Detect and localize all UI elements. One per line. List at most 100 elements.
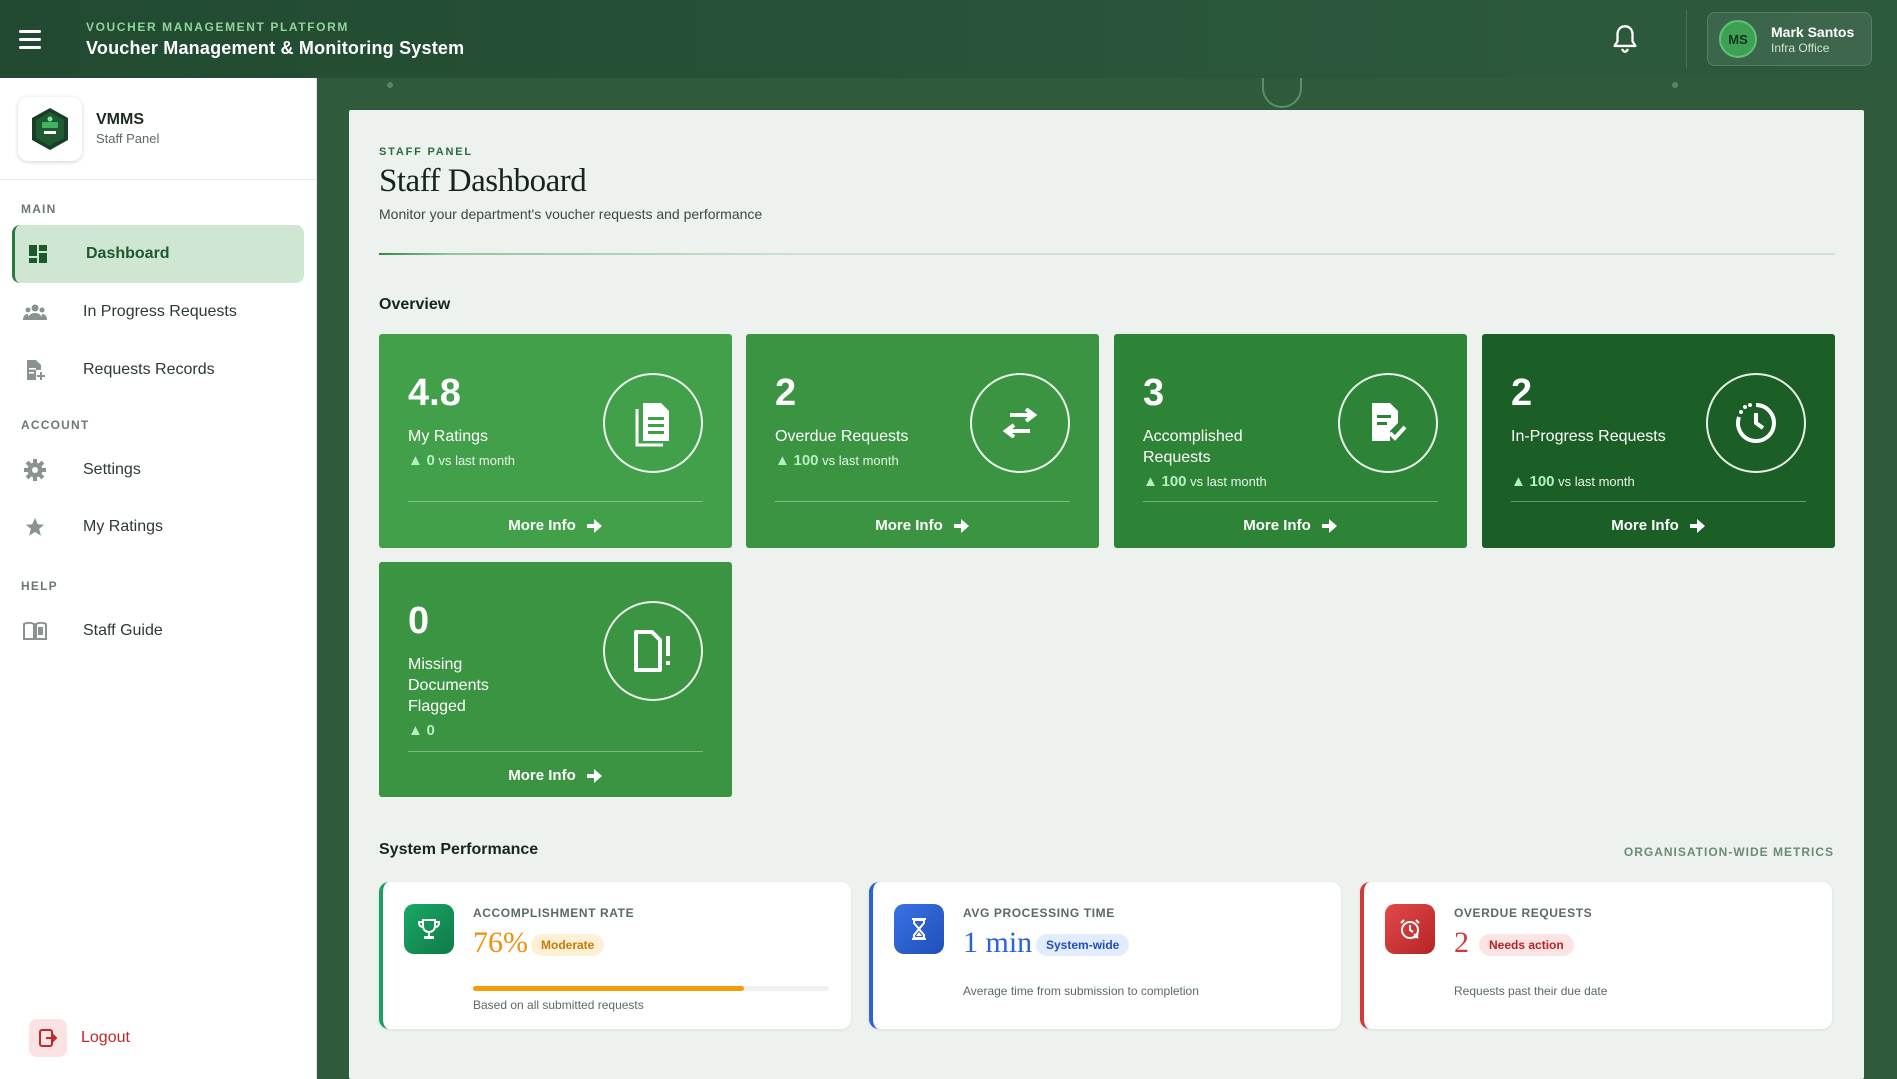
document-check-icon [1338,373,1438,473]
sidebar-item-label: Staff Guide [83,622,163,639]
sidebar-item-label: My Ratings [83,518,164,535]
user-menu[interactable]: MS Mark Santos Infra Office [1707,12,1872,66]
stat-value: 3 [1143,372,1165,414]
card-divider [775,501,1070,502]
stat-label: Missing Documents Flagged [408,656,489,715]
stat-value: 2 [1511,372,1533,414]
sidebar-item-dashboard[interactable]: Dashboard [12,225,304,283]
status-badge: Moderate [531,934,605,956]
arrow-right-icon [1321,518,1337,533]
logout-button[interactable]: Logout [29,1019,130,1057]
trend-up-icon: ▲ [1511,473,1526,490]
trend-value: 100 [1529,473,1555,490]
perf-note: Average time from submission to completi… [963,984,1199,998]
app-name: VMMS [96,111,144,128]
stat-trend: ▲ 100 vs last month [1511,473,1635,490]
trend-up-icon: ▲ [408,722,423,739]
trend-up-icon: ▲ [1143,473,1158,490]
section-label-main: MAIN [21,202,57,216]
more-info-link[interactable]: More Info [379,517,732,534]
arrow-right-icon [586,518,602,533]
more-info-link[interactable]: More Info [1482,517,1835,534]
arrow-right-icon [953,518,969,533]
sidebar-item-my-ratings[interactable]: My Ratings [12,498,304,556]
panel-name: Staff Panel [96,131,160,146]
sidebar-item-label: Dashboard [86,245,170,262]
status-badge: System-wide [1036,934,1130,956]
overview-title: Overview [379,296,451,313]
stat-card-overdue-requests: 2 Overdue Requests ▲ 100 vs last month M… [746,334,1099,548]
stat-label: Accomplished Requests [1143,428,1243,466]
progress-fill [473,986,744,991]
arrow-right-icon [1689,518,1705,533]
performance-scope-label: ORGANISATION-WIDE METRICS [1623,845,1834,859]
gear-icon [23,458,47,482]
document-alert-icon [603,601,703,701]
perf-label: AVG PROCESSING TIME [963,906,1115,920]
trophy-icon [404,904,454,954]
perf-card-avg-processing-time: AVG PROCESSING TIME 1 min System-wide Av… [869,882,1341,1029]
sidebar: VMMS Staff Panel MAIN Dashboard In Progr… [0,78,317,1079]
trend-value: 0 [426,722,435,739]
card-divider [408,501,703,502]
perf-value: 1 min [963,926,1033,959]
more-info-link[interactable]: More Info [1114,517,1467,534]
logout-icon [29,1019,67,1057]
stat-trend: ▲ 0 [408,722,435,739]
stat-trend: ▲ 100 vs last month [1143,473,1267,490]
more-info-link[interactable]: More Info [746,517,1099,534]
trend-text: vs last month [438,453,516,468]
sidebar-item-in-progress[interactable]: In Progress Requests [12,283,304,341]
people-icon [23,300,47,324]
platform-label: VOUCHER MANAGEMENT PLATFORM [86,19,349,34]
page-subtitle: Monitor your department's voucher reques… [379,206,763,222]
sidebar-item-staff-guide[interactable]: Staff Guide [12,602,304,660]
more-info-link[interactable]: More Info [379,767,732,784]
bell-icon[interactable] [1611,24,1639,54]
section-label-help: HELP [21,579,58,593]
card-divider [1143,501,1438,502]
sidebar-brand: VMMS Staff Panel [0,78,316,180]
card-divider [408,751,703,752]
trend-text: vs last month [1190,474,1267,489]
trend-text: vs last month [1558,474,1635,489]
trend-value: 100 [1161,473,1187,490]
perf-value: 76% [473,926,528,959]
stat-trend: ▲ 0 vs last month [408,452,515,469]
logo-icon [32,107,68,150]
more-info-label: More Info [1611,517,1679,534]
page-title: Staff Dashboard [379,163,587,199]
section-label-account: ACCOUNT [21,418,90,432]
trend-text: vs last month [822,453,899,468]
more-info-label: More Info [508,517,576,534]
sidebar-item-requests-records[interactable]: Requests Records [12,341,304,399]
title-divider [379,253,1835,255]
stat-label: Overdue Requests [775,428,909,445]
logout-label: Logout [81,1029,130,1046]
avatar: MS [1719,20,1757,58]
more-info-label: More Info [875,517,943,534]
main-panel: STAFF PANEL Staff Dashboard Monitor your… [349,110,1864,1079]
status-badge: Needs action [1479,934,1574,956]
sidebar-item-settings[interactable]: Settings [12,441,304,499]
perf-label: ACCOMPLISHMENT RATE [473,906,635,920]
more-info-label: More Info [508,767,576,784]
trend-value: 0 [426,452,435,469]
clock-icon [1706,373,1806,473]
stat-value: 2 [775,372,797,414]
perf-note: Requests past their due date [1454,984,1608,998]
progress-bar [473,986,829,991]
decor-dot [387,82,393,88]
perf-note: Based on all submitted requests [473,998,644,1012]
user-role: Infra Office [1771,40,1830,55]
perf-card-accomplishment-rate: ACCOMPLISHMENT RATE 76% Moderate Based o… [379,882,851,1029]
stat-value: 4.8 [408,372,461,414]
system-title: Voucher Management & Monitoring System [86,37,465,58]
alarm-clock-icon [1385,904,1435,954]
menu-icon[interactable] [19,24,49,54]
brand: VOUCHER MANAGEMENT PLATFORM Voucher Mana… [86,20,464,59]
trend-up-icon: ▲ [775,452,790,469]
page-eyebrow: STAFF PANEL [379,146,473,158]
more-info-label: More Info [1243,517,1311,534]
sidebar-item-label: In Progress Requests [83,303,237,320]
